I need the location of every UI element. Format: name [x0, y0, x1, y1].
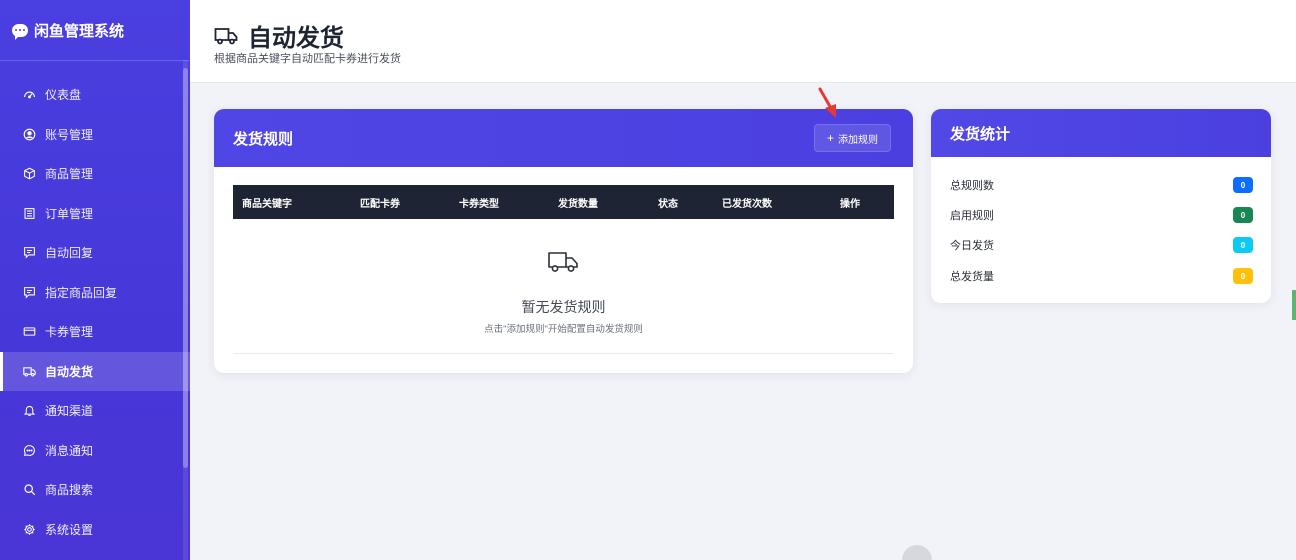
watermark-logo-icon: [902, 545, 932, 560]
table-divider: [233, 353, 894, 354]
page-header: 自动发货 根据商品关键字自动匹配卡券进行发货: [190, 0, 1296, 83]
chat-square-icon: [20, 246, 38, 260]
gear-icon: [20, 522, 38, 536]
delivery-stats-card: 发货统计 总规则数 0 启用规则 0 今日发货 0 总发货量 0: [931, 109, 1271, 303]
sidebar-item-label: 通知渠道: [45, 404, 94, 419]
delivery-rules-card: 发货规则 + 添加规则 商品关键字 匹配卡券 卡券类型 发货数量 状态 已发货次…: [214, 109, 913, 373]
page-title-text: 自动发货: [248, 25, 344, 52]
column-header: 状态: [658, 198, 678, 210]
receipt-icon: [20, 206, 38, 220]
column-header: 发货数量: [558, 198, 598, 210]
edge-indicator: [1292, 290, 1296, 320]
empty-state-subtitle: 点击"添加规则"开始配置自动发货规则: [484, 324, 643, 335]
sidebar-item-label: 自动发货: [45, 364, 94, 379]
sidebar-nav: 仪表盘 账号管理 商品管理 订单管理 自动回复 指定商品回复 卡券管理 自动发货…: [0, 61, 190, 549]
annotation-arrow-icon: [818, 87, 836, 118]
delivery-stats-title: 发货统计: [950, 125, 1011, 143]
delivery-rules-header: 发货规则 + 添加规则: [214, 109, 913, 167]
chat-bubble-icon: [12, 23, 28, 40]
page-title: 自动发货: [214, 18, 344, 53]
truck-icon: [20, 364, 38, 378]
sidebar-item-label: 系统设置: [45, 522, 94, 537]
brand-name: 闲鱼管理系统: [34, 22, 125, 40]
sidebar-item-label: 商品搜索: [45, 483, 94, 498]
stat-badge: 0: [1233, 237, 1253, 253]
sidebar-item-products[interactable]: 商品管理: [0, 154, 190, 194]
gauge-icon: [20, 88, 38, 102]
sidebar-item-settings[interactable]: 系统设置: [0, 510, 190, 550]
stat-badge: 0: [1233, 268, 1253, 284]
stat-label: 总规则数: [950, 180, 994, 192]
stat-row-total-delivered: 总发货量 0: [950, 266, 1253, 286]
truck-icon: [548, 252, 578, 272]
sidebar-item-label: 消息通知: [45, 443, 94, 458]
user-circle-icon: [20, 127, 38, 141]
box-icon: [20, 167, 38, 181]
sidebar-item-cards[interactable]: 卡券管理: [0, 312, 190, 352]
stat-row-total-rules: 总规则数 0: [950, 175, 1253, 195]
sidebar-item-label: 仪表盘: [45, 88, 82, 103]
search-icon: [20, 483, 38, 497]
truck-icon: [214, 27, 238, 44]
page-subtitle: 根据商品关键字自动匹配卡券进行发货: [214, 53, 401, 65]
rules-table-header: 商品关键字 匹配卡券 卡券类型 发货数量 状态 已发货次数 操作: [233, 185, 894, 219]
sidebar-item-auto-reply[interactable]: 自动回复: [0, 233, 190, 273]
delivery-stats-header: 发货统计: [931, 109, 1271, 157]
sidebar-item-label: 指定商品回复: [45, 285, 118, 300]
column-header: 卡券类型: [459, 198, 499, 210]
stat-row-enabled-rules: 启用规则 0: [950, 205, 1253, 225]
sidebar-item-auto-delivery[interactable]: 自动发货: [0, 351, 190, 391]
card-icon: [20, 325, 38, 339]
add-rule-label: 添加规则: [838, 134, 878, 146]
sidebar-item-label: 账号管理: [45, 127, 94, 142]
stat-label: 启用规则: [950, 210, 994, 222]
bell-icon: [20, 404, 38, 418]
sidebar-item-notify-channels[interactable]: 通知渠道: [0, 391, 190, 431]
watermark: [902, 545, 950, 560]
stat-label: 今日发货: [950, 240, 994, 252]
stat-label: 总发货量: [950, 271, 994, 283]
chat-dots-icon: [20, 443, 38, 457]
sidebar-item-accounts[interactable]: 账号管理: [0, 115, 190, 155]
sidebar-item-messages[interactable]: 消息通知: [0, 431, 190, 471]
chat-square-icon: [20, 285, 38, 299]
add-rule-button[interactable]: + 添加规则: [813, 124, 891, 152]
stat-badge: 0: [1233, 177, 1253, 193]
sidebar-item-search[interactable]: 商品搜索: [0, 470, 190, 510]
empty-state-title: 暂无发货规则: [521, 299, 606, 315]
sidebar-scrollbar[interactable]: [183, 60, 188, 560]
column-header: 匹配卡券: [360, 198, 400, 210]
sidebar-item-orders[interactable]: 订单管理: [0, 194, 190, 234]
stat-row-today-delivery: 今日发货 0: [950, 235, 1253, 255]
stat-badge: 0: [1233, 207, 1253, 223]
sidebar-item-label: 订单管理: [45, 206, 94, 221]
scrollbar-thumb[interactable]: [183, 68, 188, 468]
column-header: 操作: [840, 198, 860, 210]
sidebar-item-item-reply[interactable]: 指定商品回复: [0, 273, 190, 313]
column-header: 已发货次数: [722, 198, 772, 210]
sidebar: 闲鱼管理系统 仪表盘 账号管理 商品管理 订单管理 自动回复 指定商品回复 卡券…: [0, 0, 190, 560]
sidebar-item-label: 卡券管理: [45, 325, 94, 340]
brand[interactable]: 闲鱼管理系统: [0, 0, 190, 60]
sidebar-item-dashboard[interactable]: 仪表盘: [0, 75, 190, 115]
sidebar-item-label: 自动回复: [45, 246, 94, 261]
column-header: 商品关键字: [242, 198, 292, 210]
plus-icon: +: [826, 131, 834, 145]
sidebar-item-label: 商品管理: [45, 167, 94, 182]
delivery-rules-title: 发货规则: [233, 130, 294, 148]
